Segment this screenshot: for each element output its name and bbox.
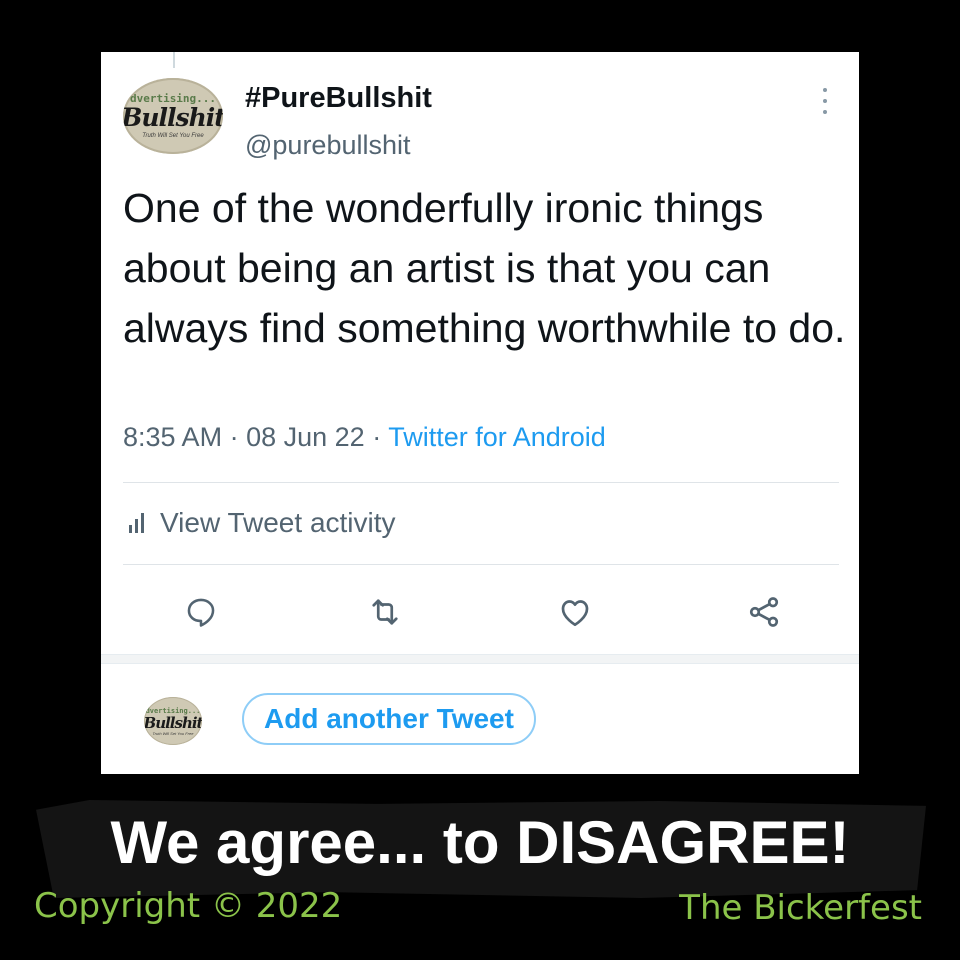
view-activity-label: View Tweet activity	[160, 507, 396, 538]
divider	[123, 564, 839, 565]
tweet-card: dvertising... Bullshit Truth Will Set Yo…	[101, 52, 859, 774]
retweet-icon	[372, 599, 398, 625]
retweet-button[interactable]	[363, 590, 407, 634]
tweet-actions	[101, 590, 859, 634]
add-another-tweet-button[interactable]: Add another Tweet	[242, 693, 536, 745]
meta-separator: ·	[229, 422, 247, 452]
tweet-date[interactable]: 08 Jun 22	[246, 422, 365, 452]
display-name[interactable]: #PureBullshit	[245, 82, 432, 115]
share-icon	[749, 597, 779, 627]
copyright-text: Copyright © 2022	[34, 886, 343, 926]
analytics-icon	[129, 513, 144, 533]
avatar[interactable]: dvertising... Bullshit Truth Will Set Yo…	[123, 78, 223, 154]
reply-icon	[187, 598, 215, 627]
thread-line	[173, 52, 175, 68]
share-button[interactable]	[742, 590, 786, 634]
like-button[interactable]	[553, 590, 597, 634]
section-separator	[101, 654, 859, 664]
like-icon	[561, 600, 589, 627]
composer-avatar[interactable]: dvertising... Bullshit Truth Will Set Yo…	[144, 697, 202, 745]
brand-signature: The Bickerfest	[679, 888, 922, 928]
avatar-tagline: Truth Will Set You Free	[142, 132, 204, 139]
reply-button[interactable]	[179, 590, 223, 634]
tweet-text: One of the wonderfully ironic things abo…	[123, 185, 846, 351]
avatar-logo-text: Bullshit	[123, 102, 223, 132]
avatar-logo-text: Bullshit	[144, 713, 202, 732]
tweet-meta: 8:35 AM · 08 Jun 22 · Twitter for Androi…	[123, 422, 606, 453]
tweet-time[interactable]: 8:35 AM	[123, 422, 222, 452]
slogan-text: We agree... to DISAGREE!	[110, 809, 850, 876]
user-handle[interactable]: @purebullshit	[245, 130, 411, 161]
view-activity-link[interactable]: View Tweet activity	[129, 507, 396, 539]
tweet-source[interactable]: Twitter for Android	[388, 422, 606, 452]
more-options-icon[interactable]	[821, 88, 829, 114]
meta-separator: ·	[372, 422, 389, 452]
divider	[123, 482, 839, 483]
avatar-tagline: Truth Will Set You Free	[152, 730, 194, 736]
